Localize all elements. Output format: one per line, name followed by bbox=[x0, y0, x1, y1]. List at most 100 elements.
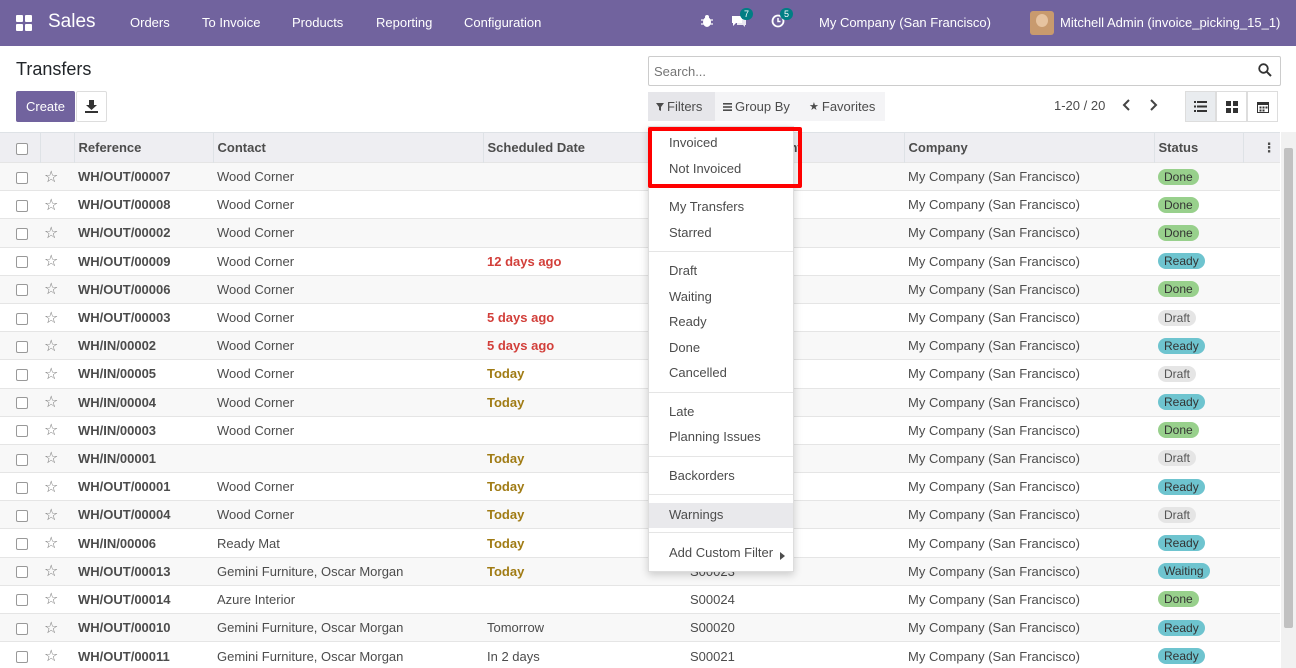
filter-waiting[interactable]: Waiting bbox=[669, 289, 712, 304]
table-row[interactable]: ☆ WH/OUT/00010 Gemini Furniture, Oscar Mor… bbox=[0, 612, 1280, 642]
messages-icon[interactable]: 7 bbox=[731, 8, 754, 31]
row-checkbox[interactable] bbox=[0, 641, 40, 668]
col-status[interactable]: Status bbox=[1154, 132, 1244, 163]
col-contact[interactable]: Contact bbox=[213, 132, 484, 163]
star-icon[interactable]: ☆ bbox=[40, 556, 74, 586]
app-name[interactable]: Sales bbox=[48, 11, 96, 33]
table-row[interactable]: ☆WH/OUT/00007Wood CornerS00007My Company… bbox=[0, 161, 1280, 191]
table-row[interactable]: ☆WH/OUT/00001Wood CornerTodayS00001My Co… bbox=[0, 472, 1280, 501]
menu-products[interactable]: Products bbox=[292, 15, 343, 30]
menu-reporting[interactable]: Reporting bbox=[376, 15, 432, 30]
debug-bug-icon[interactable] bbox=[700, 14, 714, 31]
company-switcher[interactable]: My Company (San Francisco) bbox=[819, 15, 991, 30]
row-checkbox[interactable] bbox=[0, 302, 40, 332]
star-icon[interactable]: ☆ bbox=[40, 584, 74, 614]
menu-to-invoice[interactable]: To Invoice bbox=[202, 15, 261, 30]
menu-configuration[interactable]: Configuration bbox=[464, 15, 541, 30]
star-icon[interactable]: ☆ bbox=[40, 528, 74, 558]
star-icon[interactable]: ☆ bbox=[40, 612, 74, 642]
star-icon[interactable]: ☆ bbox=[40, 359, 74, 388]
table-row[interactable]: ☆WH/OUT/00002Wood CornerS00002My Company… bbox=[0, 218, 1280, 248]
table-row[interactable]: ☆ WH/OUT/00014 Azure Interior S00024 My Comp… bbox=[0, 584, 1280, 614]
kanban-view-icon[interactable] bbox=[1216, 91, 1247, 122]
star-icon[interactable]: ☆ bbox=[40, 274, 74, 304]
star-icon[interactable]: ☆ bbox=[40, 218, 74, 248]
filter-my-transfers[interactable]: My Transfers bbox=[669, 199, 744, 214]
activities-clock-icon[interactable]: 5 bbox=[771, 8, 794, 31]
filters-toggle[interactable]: Filters bbox=[648, 92, 715, 121]
add-custom-filter[interactable]: Add Custom Filter bbox=[669, 545, 773, 560]
filter-ready[interactable]: Ready bbox=[669, 314, 707, 329]
table-row[interactable]: ☆WH/OUT/00008Wood CornerS00008My Company… bbox=[0, 190, 1280, 219]
row-checkbox[interactable] bbox=[0, 584, 40, 614]
favorites-toggle[interactable]: ★ Favorites bbox=[801, 92, 885, 121]
star-icon[interactable]: ☆ bbox=[40, 331, 74, 360]
row-checkbox[interactable] bbox=[0, 472, 40, 501]
table-row[interactable]: ☆ WH/IN/00004 Wood Corner Today My Company (… bbox=[0, 387, 1280, 417]
row-checkbox[interactable] bbox=[0, 246, 40, 276]
optional-columns-icon[interactable]: ⋮ bbox=[1243, 132, 1280, 163]
filter-done[interactable]: Done bbox=[669, 340, 700, 355]
star-icon[interactable]: ☆ bbox=[40, 302, 74, 332]
row-checkbox[interactable] bbox=[0, 415, 40, 445]
row-checkbox[interactable] bbox=[0, 218, 40, 248]
star-icon[interactable]: ☆ bbox=[40, 641, 74, 668]
table-row[interactable]: ☆ WH/IN/00005 Wood Corner Today My Company (… bbox=[0, 359, 1280, 388]
star-icon[interactable]: ☆ bbox=[40, 190, 74, 219]
table-row[interactable]: ☆WH/OUT/00004Wood CornerTodayrehouseMy C… bbox=[0, 500, 1280, 529]
row-checkbox[interactable] bbox=[0, 387, 40, 417]
table-row[interactable]: ☆ WH/IN/00006 Ready Mat Today My Company (Sa… bbox=[0, 528, 1280, 558]
filter-late[interactable]: Late bbox=[669, 404, 694, 419]
row-checkbox[interactable] bbox=[0, 556, 40, 586]
groupby-toggle[interactable]: Group By bbox=[715, 92, 801, 121]
row-checkbox[interactable] bbox=[0, 500, 40, 529]
filter-backorders[interactable]: Backorders bbox=[669, 468, 735, 483]
filter-starred[interactable]: Starred bbox=[669, 225, 712, 240]
pager-previous-icon[interactable] bbox=[1121, 98, 1131, 115]
col-company[interactable]: Company bbox=[904, 132, 1155, 163]
table-row[interactable]: ☆WH/OUT/00009Wood Corner12 days agoS0000… bbox=[0, 246, 1280, 276]
table-row[interactable]: ☆WH/OUT/00003Wood Corner5 days agoS00003… bbox=[0, 302, 1280, 332]
menu-orders[interactable]: Orders bbox=[130, 15, 170, 30]
star-icon[interactable]: ☆ bbox=[40, 443, 74, 473]
row-checkbox[interactable] bbox=[0, 274, 40, 304]
pager-value[interactable]: 1-20 / 20 bbox=[1054, 98, 1105, 113]
row-checkbox[interactable] bbox=[0, 331, 40, 360]
table-row[interactable]: ☆WH/OUT/00006Wood CornerS00006My Company… bbox=[0, 274, 1280, 304]
filter-planning-issues[interactable]: Planning Issues bbox=[669, 429, 761, 444]
user-menu[interactable]: Mitchell Admin (invoice_picking_15_1) bbox=[1060, 15, 1280, 30]
row-checkbox[interactable] bbox=[0, 161, 40, 191]
row-checkbox[interactable] bbox=[0, 528, 40, 558]
row-checkbox[interactable] bbox=[0, 612, 40, 642]
select-all-checkbox[interactable] bbox=[0, 132, 41, 163]
star-icon[interactable]: ☆ bbox=[40, 472, 74, 501]
table-row[interactable]: ☆ WH/IN/00002 Wood Corner 5 days ago My Comp… bbox=[0, 331, 1280, 360]
star-icon[interactable]: ☆ bbox=[40, 161, 74, 191]
filter-cancelled[interactable]: Cancelled bbox=[669, 365, 727, 380]
download-export-button[interactable] bbox=[76, 91, 107, 122]
table-row[interactable]: ☆ WH/IN/00001 Today My Company (San Francis… bbox=[0, 443, 1280, 473]
pager-next-icon[interactable] bbox=[1149, 98, 1159, 115]
apps-menu-icon[interactable] bbox=[16, 15, 32, 31]
star-icon[interactable]: ☆ bbox=[40, 387, 74, 417]
table-row[interactable]: ☆ WH/IN/00003 Wood Corner My Company (San F… bbox=[0, 415, 1280, 445]
filter-draft[interactable]: Draft bbox=[669, 263, 697, 278]
col-reference[interactable]: Reference bbox=[74, 132, 214, 163]
row-checkbox[interactable] bbox=[0, 359, 40, 388]
star-icon[interactable]: ☆ bbox=[40, 415, 74, 445]
table-row[interactable]: ☆ WH/OUT/00011 Gemini Furniture, Oscar Mor… bbox=[0, 641, 1280, 668]
vertical-scrollbar[interactable] bbox=[1281, 132, 1296, 668]
table-row[interactable]: ☆ WH/OUT/00013 Gemini Furniture, Oscar Mor… bbox=[0, 556, 1280, 586]
calendar-view-icon[interactable] bbox=[1247, 91, 1278, 122]
create-button[interactable]: Create bbox=[16, 91, 75, 122]
filter-warnings[interactable]: Warnings bbox=[669, 507, 723, 522]
search-icon[interactable] bbox=[1258, 63, 1272, 77]
status-badge: Done bbox=[1158, 422, 1199, 439]
user-avatar[interactable] bbox=[1030, 11, 1054, 35]
list-view-icon[interactable] bbox=[1185, 91, 1216, 122]
search-input[interactable] bbox=[649, 57, 1249, 85]
star-icon[interactable]: ☆ bbox=[40, 500, 74, 529]
row-checkbox[interactable] bbox=[0, 190, 40, 219]
star-icon[interactable]: ☆ bbox=[40, 246, 74, 276]
row-checkbox[interactable] bbox=[0, 443, 40, 473]
